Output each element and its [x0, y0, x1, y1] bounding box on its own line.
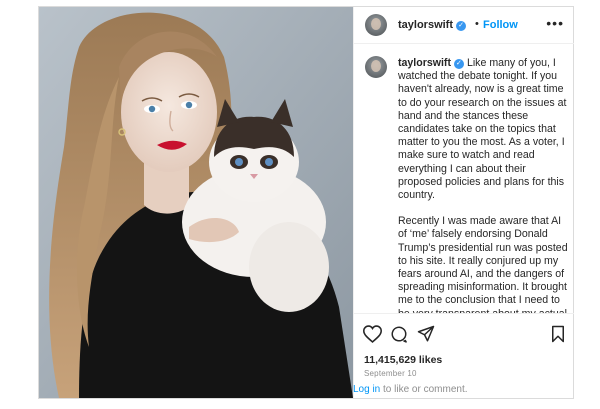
share-icon[interactable]	[417, 325, 435, 348]
heart-icon[interactable]	[362, 325, 383, 348]
login-link[interactable]: Log in	[353, 384, 380, 395]
verified-badge-icon: ✓	[456, 21, 467, 31]
caption-username[interactable]: taylorswift	[398, 57, 451, 69]
avatar[interactable]	[365, 14, 387, 36]
likes-count[interactable]: 11,415,629 likes	[364, 354, 442, 366]
more-options-icon[interactable]: •••	[546, 15, 564, 31]
caption-scroll-area[interactable]: taylorswift ✓ Like many of you, I watched…	[354, 44, 574, 313]
post-photo[interactable]	[39, 7, 353, 398]
follow-button[interactable]: Follow	[483, 19, 518, 31]
header-username-text[interactable]: taylorswift	[398, 19, 453, 31]
login-prompt-text: to like or comment.	[380, 384, 468, 395]
post-caption: taylorswift ✓ Like many of you, I watched…	[398, 57, 568, 313]
header-username[interactable]: taylorswift ✓	[398, 19, 467, 31]
header-separator: •	[475, 18, 479, 30]
login-prompt: Log in to like or comment.	[353, 384, 571, 395]
post-sidebar: taylorswift ✓ • Follow ••• taylorswift ✓ L…	[353, 7, 574, 398]
instagram-post: taylorswift ✓ • Follow ••• taylorswift ✓ L…	[38, 6, 574, 399]
caption-verified-badge-icon: ✓	[453, 59, 464, 69]
comment-icon[interactable]	[390, 325, 408, 348]
post-photo-illustration	[39, 7, 353, 398]
caption-text-1: Like many of you, I watched the debate t…	[398, 57, 567, 202]
post-header: taylorswift ✓ • Follow •••	[354, 7, 574, 44]
bookmark-icon[interactable]	[551, 325, 565, 348]
caption-paragraph-1: taylorswift ✓ Like many of you, I watched…	[398, 57, 568, 202]
caption-avatar[interactable]	[365, 56, 387, 78]
caption-paragraph-2: Recently I was made aware that AI of ‘me…	[398, 215, 568, 313]
post-date: September 10	[364, 369, 417, 378]
